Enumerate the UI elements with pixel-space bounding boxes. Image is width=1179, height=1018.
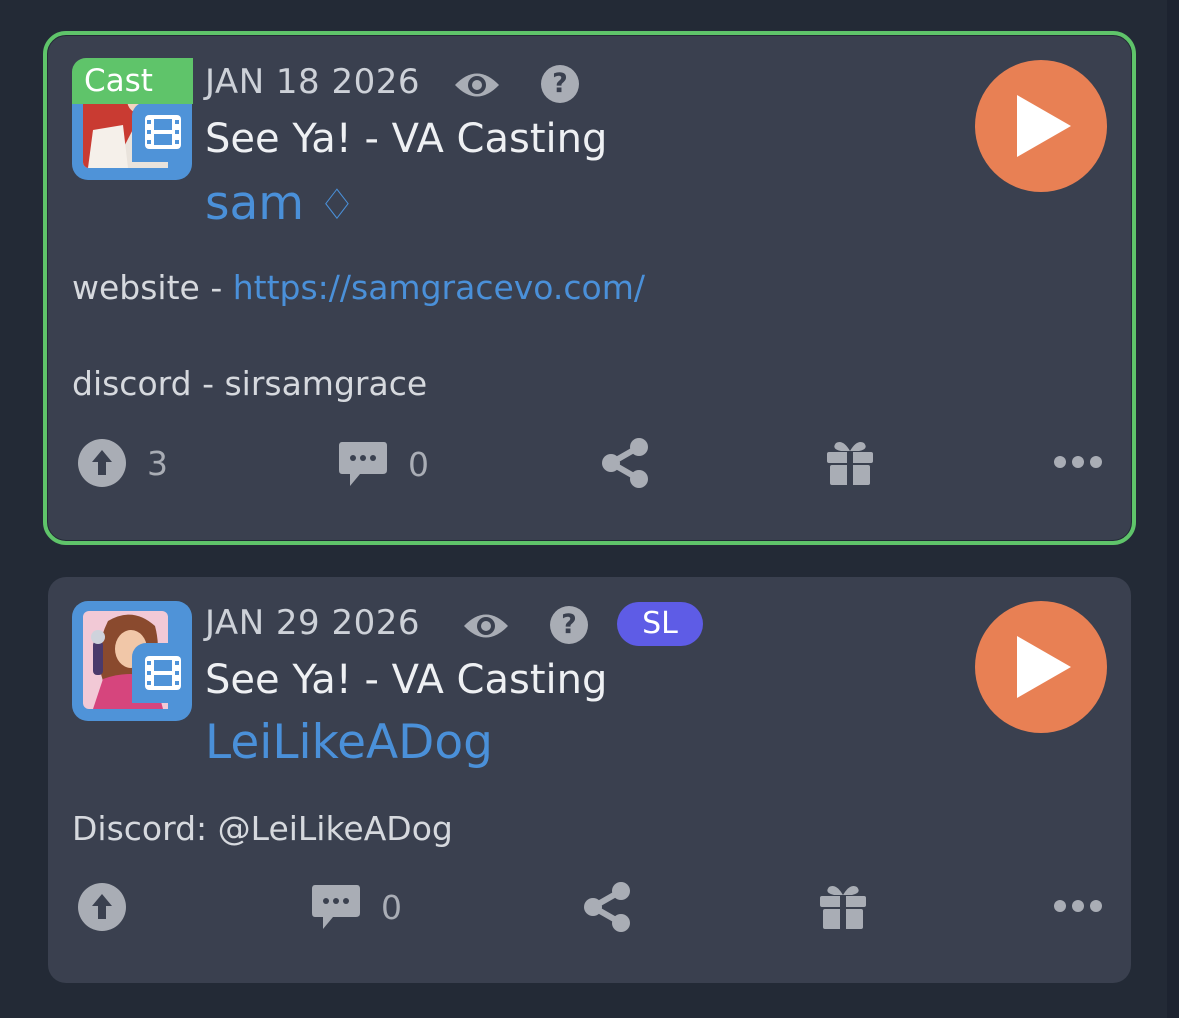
- upvote-count: 3: [147, 443, 168, 483]
- post-thumbnail[interactable]: [72, 601, 192, 721]
- discord-text: discord - sirsamgrace: [72, 364, 428, 403]
- author-name[interactable]: LeiLikeADog: [205, 715, 493, 770]
- play-button[interactable]: [975, 60, 1107, 192]
- author-name[interactable]: sam: [205, 176, 304, 231]
- post-card[interactable]: JAN 29 2026 ? SL See Ya! - VA Casting Le…: [48, 577, 1131, 983]
- comment-count: 0: [381, 887, 402, 927]
- post-title[interactable]: See Ya! - VA Casting: [205, 116, 607, 162]
- post-card[interactable]: Cast JAN 18 2026 ? See Ya! - VA Casting …: [43, 31, 1136, 545]
- comment-count: 0: [408, 444, 429, 484]
- cast-badge: Cast: [72, 58, 193, 104]
- author-link[interactable]: sam ♢: [205, 176, 356, 231]
- comment-icon: [339, 442, 387, 486]
- play-icon: [1017, 636, 1071, 698]
- play-icon: [1017, 95, 1071, 157]
- diamond-icon: ♢: [318, 180, 356, 229]
- film-icon: [132, 102, 192, 162]
- film-icon: [132, 643, 192, 703]
- eye-icon[interactable]: [453, 70, 501, 100]
- website-link[interactable]: https://samgracevo.com/: [233, 268, 645, 307]
- eye-icon[interactable]: [462, 611, 510, 641]
- more-icon[interactable]: [1053, 898, 1103, 914]
- gift-icon[interactable]: [818, 881, 868, 931]
- discord-text: Discord: @LeiLikeADog: [72, 809, 453, 848]
- upvote-button[interactable]: 3: [77, 438, 168, 488]
- sl-badge: SL: [617, 602, 703, 646]
- more-icon[interactable]: [1053, 454, 1103, 470]
- comment-icon: [312, 885, 360, 929]
- post-date: JAN 29 2026: [205, 603, 421, 643]
- post-description-line: website - https://samgracevo.com/: [72, 268, 645, 307]
- play-button[interactable]: [975, 601, 1107, 733]
- comment-button[interactable]: 0: [338, 440, 429, 488]
- post-title[interactable]: See Ya! - VA Casting: [205, 657, 607, 703]
- upvote-icon[interactable]: [77, 882, 127, 932]
- upvote-icon: [78, 439, 126, 487]
- website-label: website -: [72, 268, 233, 307]
- gift-icon[interactable]: [825, 437, 875, 487]
- share-icon[interactable]: [599, 437, 651, 489]
- post-date: JAN 18 2026: [205, 62, 421, 102]
- scrollbar-track[interactable]: [1167, 0, 1179, 1018]
- share-icon[interactable]: [581, 881, 633, 933]
- help-icon[interactable]: ?: [550, 606, 588, 644]
- help-icon[interactable]: ?: [541, 65, 579, 103]
- comment-button[interactable]: 0: [311, 883, 402, 931]
